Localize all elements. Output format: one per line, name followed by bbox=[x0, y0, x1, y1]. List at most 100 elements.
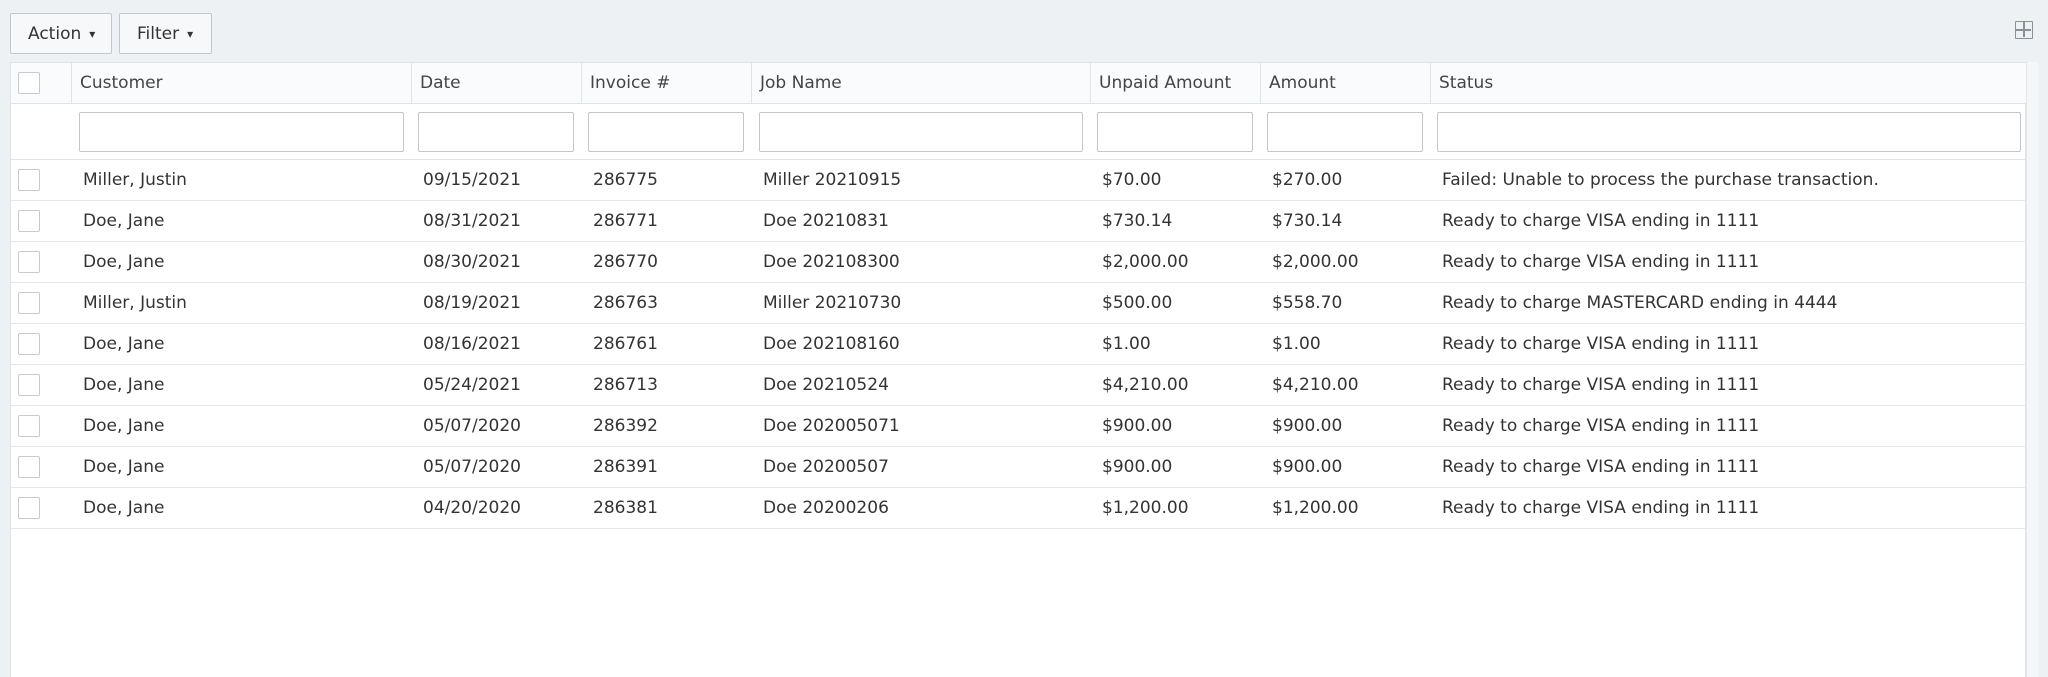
column-header-invoice[interactable]: Invoice # bbox=[582, 63, 752, 103]
invoice-cell: 286771 bbox=[593, 211, 658, 231]
unpaid-amount-cell: $500.00 bbox=[1102, 293, 1173, 313]
amount-cell: $2,000.00 bbox=[1272, 252, 1359, 272]
row-checkbox[interactable] bbox=[18, 169, 40, 191]
customer-cell: Doe, Jane bbox=[83, 498, 165, 518]
date-cell: 08/31/2021 bbox=[423, 211, 521, 231]
row-checkbox[interactable] bbox=[18, 415, 40, 437]
customer-cell: Doe, Jane bbox=[83, 375, 165, 395]
status-cell: Ready to charge VISA ending in 1111 bbox=[1442, 334, 1760, 354]
table-row[interactable]: Doe, Jane 04/20/2020 286381 Doe 20200206… bbox=[11, 488, 2027, 529]
status-cell: Ready to charge MASTERCARD ending in 444… bbox=[1442, 293, 1838, 313]
table-row[interactable]: Doe, Jane 08/16/2021 286761 Doe 20210816… bbox=[11, 324, 2027, 365]
table-row[interactable]: Doe, Jane 05/24/2021 286713 Doe 20210524… bbox=[11, 365, 2027, 406]
job-name-cell: Doe 20200206 bbox=[763, 498, 889, 518]
table-row[interactable]: Doe, Jane 08/30/2021 286770 Doe 20210830… bbox=[11, 242, 2027, 283]
status-cell: Ready to charge VISA ending in 1111 bbox=[1442, 375, 1760, 395]
column-header-status[interactable]: Status bbox=[1431, 63, 2027, 103]
filter-dropdown-button[interactable]: Filter ▾ bbox=[119, 13, 212, 54]
table-row[interactable]: Doe, Jane 08/31/2021 286771 Doe 20210831… bbox=[11, 201, 2027, 242]
table-row[interactable]: Doe, Jane 05/07/2020 286392 Doe 20200507… bbox=[11, 406, 2027, 447]
row-select-cell bbox=[11, 365, 72, 405]
row-checkbox[interactable] bbox=[18, 374, 40, 396]
invoice-cell: 286763 bbox=[593, 293, 658, 313]
job-name-cell: Miller 20210730 bbox=[763, 293, 902, 313]
invoice-cell: 286761 bbox=[593, 334, 658, 354]
column-header-job-name[interactable]: Job Name bbox=[752, 63, 1091, 103]
date-cell: 04/20/2020 bbox=[423, 498, 521, 518]
amount-cell: $270.00 bbox=[1272, 170, 1343, 190]
invoice-cell: 286381 bbox=[593, 498, 658, 518]
amount-filter-input[interactable] bbox=[1267, 112, 1423, 152]
job-name-cell: Doe 20210831 bbox=[763, 211, 889, 231]
unpaid-amount-cell: $4,210.00 bbox=[1102, 375, 1189, 395]
date-cell: 05/07/2020 bbox=[423, 457, 521, 477]
job-name-cell: Doe 20210524 bbox=[763, 375, 889, 395]
column-header-date[interactable]: Date bbox=[412, 63, 582, 103]
job-name-filter-input[interactable] bbox=[759, 112, 1083, 152]
table-header-row: Customer Date Invoice # Job Name Unpaid … bbox=[11, 63, 2027, 104]
select-all-checkbox[interactable] bbox=[18, 72, 40, 94]
customer-cell: Miller, Justin bbox=[83, 170, 187, 190]
row-checkbox[interactable] bbox=[18, 333, 40, 355]
invoice-table: Customer Date Invoice # Job Name Unpaid … bbox=[10, 62, 2027, 677]
job-name-cell: Doe 20200507 bbox=[763, 457, 889, 477]
vertical-scrollbar[interactable] bbox=[2026, 62, 2038, 677]
grid-layout-icon[interactable] bbox=[2015, 21, 2033, 39]
status-cell: Ready to charge VISA ending in 1111 bbox=[1442, 498, 1760, 518]
customer-cell: Doe, Jane bbox=[83, 211, 165, 231]
unpaid-amount-cell: $2,000.00 bbox=[1102, 252, 1189, 272]
date-cell: 08/30/2021 bbox=[423, 252, 521, 272]
status-cell: Failed: Unable to process the purchase t… bbox=[1442, 170, 1879, 190]
unpaid-amount-filter-input[interactable] bbox=[1097, 112, 1253, 152]
table-row[interactable]: Doe, Jane 05/07/2020 286391 Doe 20200507… bbox=[11, 447, 2027, 488]
row-select-cell bbox=[11, 488, 72, 528]
status-cell: Ready to charge VISA ending in 1111 bbox=[1442, 416, 1760, 436]
job-name-cell: Miller 20210915 bbox=[763, 170, 902, 190]
invoice-cell: 286775 bbox=[593, 170, 658, 190]
status-filter-input[interactable] bbox=[1437, 112, 2021, 152]
date-cell: 08/16/2021 bbox=[423, 334, 521, 354]
invoice-filter-input[interactable] bbox=[588, 112, 744, 152]
invoice-cell: 286713 bbox=[593, 375, 658, 395]
invoice-cell: 286391 bbox=[593, 457, 658, 477]
customer-cell: Doe, Jane bbox=[83, 457, 165, 477]
row-select-cell bbox=[11, 283, 72, 323]
toolbar: Action ▾ Filter ▾ bbox=[0, 0, 2048, 62]
unpaid-amount-cell: $730.14 bbox=[1102, 211, 1173, 231]
action-dropdown-button[interactable]: Action ▾ bbox=[10, 13, 112, 54]
date-cell: 08/19/2021 bbox=[423, 293, 521, 313]
unpaid-amount-cell: $1.00 bbox=[1102, 334, 1151, 354]
customer-filter-input[interactable] bbox=[79, 112, 404, 152]
unpaid-amount-cell: $900.00 bbox=[1102, 457, 1173, 477]
job-name-cell: Doe 202108300 bbox=[763, 252, 900, 272]
table-row[interactable]: Miller, Justin 08/19/2021 286763 Miller … bbox=[11, 283, 2027, 324]
unpaid-amount-cell: $1,200.00 bbox=[1102, 498, 1189, 518]
job-name-cell: Doe 202005071 bbox=[763, 416, 900, 436]
amount-cell: $900.00 bbox=[1272, 416, 1343, 436]
column-header-unpaid-amount[interactable]: Unpaid Amount bbox=[1091, 63, 1261, 103]
amount-cell: $4,210.00 bbox=[1272, 375, 1359, 395]
table-row[interactable]: Miller, Justin 09/15/2021 286775 Miller … bbox=[11, 160, 2027, 201]
status-cell: Ready to charge VISA ending in 1111 bbox=[1442, 457, 1760, 477]
customer-cell: Doe, Jane bbox=[83, 334, 165, 354]
row-checkbox[interactable] bbox=[18, 251, 40, 273]
unpaid-amount-cell: $900.00 bbox=[1102, 416, 1173, 436]
invoice-cell: 286392 bbox=[593, 416, 658, 436]
unpaid-amount-cell: $70.00 bbox=[1102, 170, 1162, 190]
filter-row bbox=[11, 104, 2027, 160]
caret-down-icon: ▾ bbox=[89, 26, 96, 41]
row-select-cell bbox=[11, 406, 72, 446]
row-select-cell bbox=[11, 242, 72, 282]
row-select-cell bbox=[11, 160, 72, 200]
row-checkbox[interactable] bbox=[18, 210, 40, 232]
customer-cell: Doe, Jane bbox=[83, 416, 165, 436]
row-checkbox[interactable] bbox=[18, 292, 40, 314]
column-header-amount[interactable]: Amount bbox=[1261, 63, 1431, 103]
amount-cell: $1.00 bbox=[1272, 334, 1321, 354]
row-checkbox[interactable] bbox=[18, 497, 40, 519]
status-cell: Ready to charge VISA ending in 1111 bbox=[1442, 211, 1760, 231]
date-filter-input[interactable] bbox=[418, 112, 574, 152]
row-checkbox[interactable] bbox=[18, 456, 40, 478]
column-header-customer[interactable]: Customer bbox=[72, 63, 412, 103]
date-cell: 09/15/2021 bbox=[423, 170, 521, 190]
